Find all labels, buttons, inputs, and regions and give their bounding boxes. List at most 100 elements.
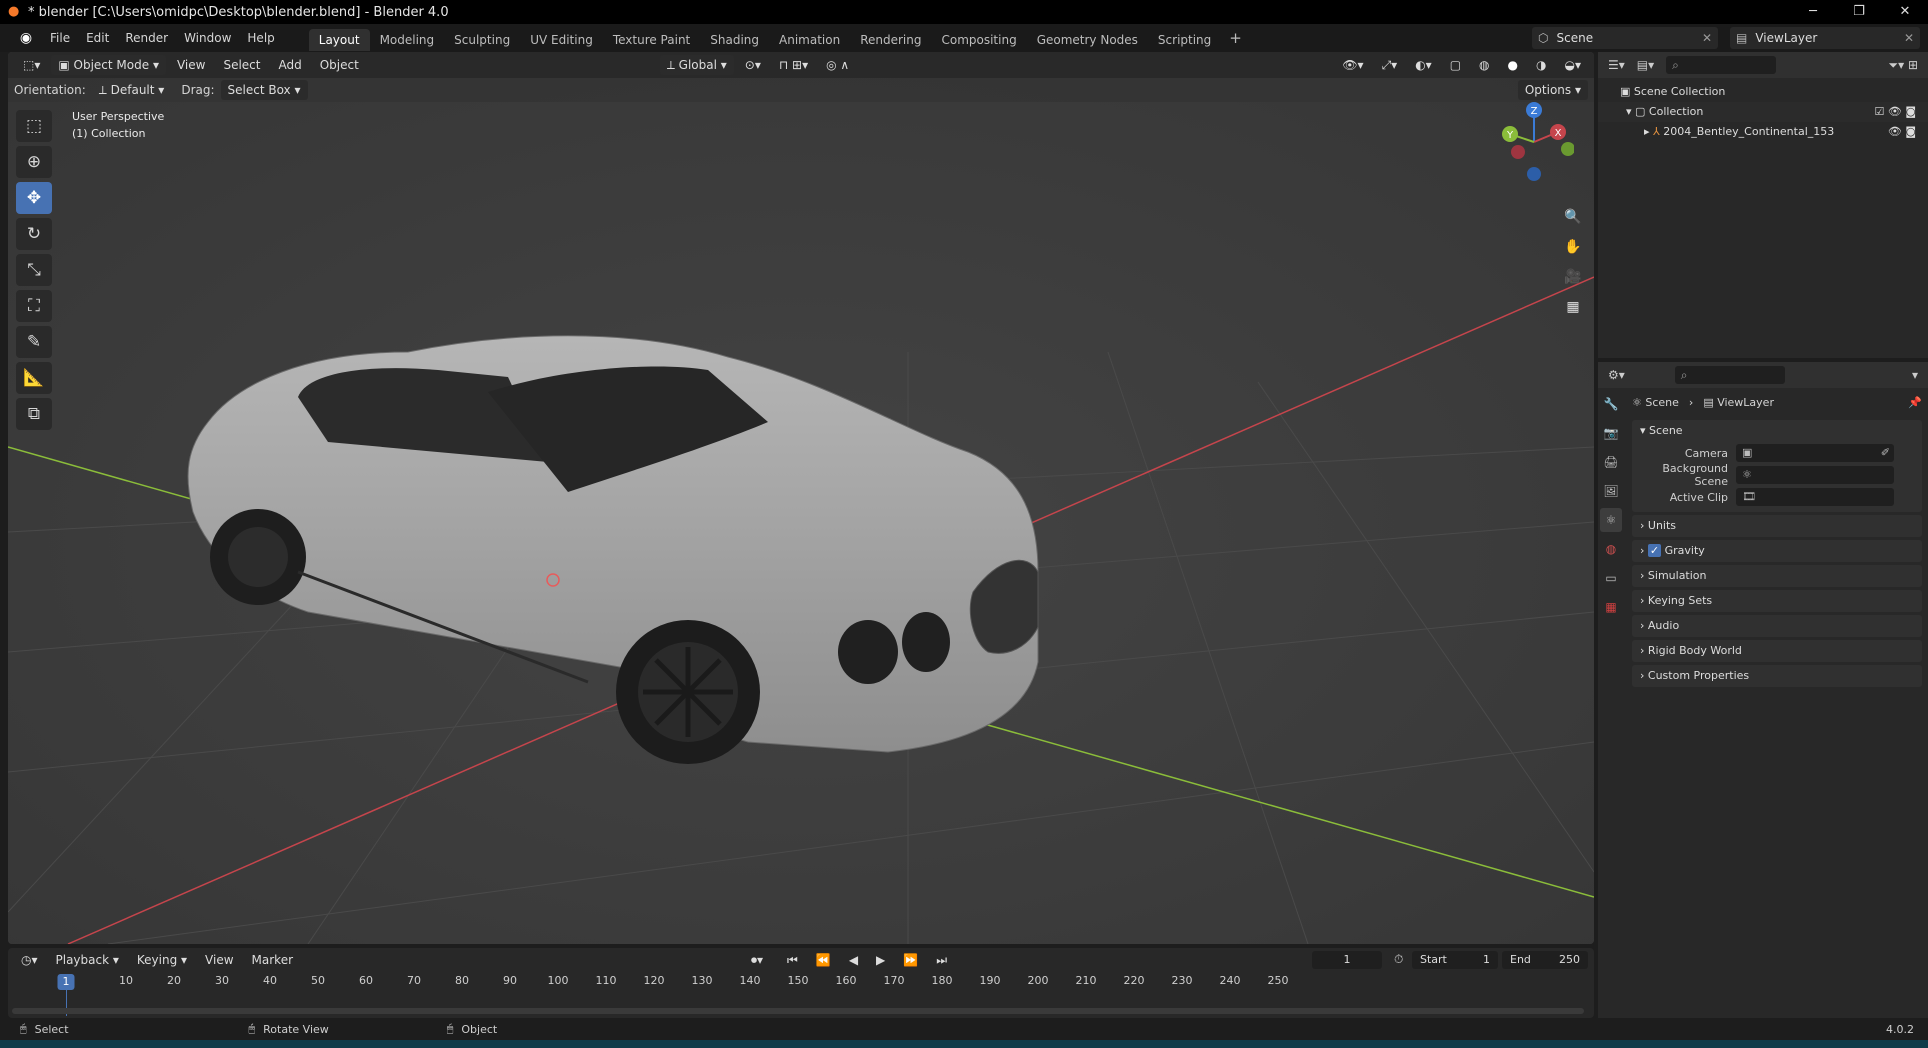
menu-select[interactable]: Select — [216, 55, 267, 75]
add-cube-tool-icon[interactable]: ⧉ — [16, 398, 52, 430]
play-reverse-icon[interactable]: ◀ — [842, 950, 865, 970]
properties-editor-icon[interactable]: ⚙▾ — [1608, 368, 1625, 382]
active-clip-field[interactable]: 🎞 — [1736, 488, 1894, 506]
tab-shading[interactable]: Shading — [700, 29, 769, 51]
end-frame-field[interactable]: End 250 — [1502, 951, 1588, 969]
gravity-checkbox[interactable]: ✓ — [1647, 544, 1662, 557]
camera-icon[interactable]: ◙ — [1905, 105, 1916, 118]
snap-icon[interactable]: ⊓ ⊞▾ — [772, 55, 815, 75]
world-tab-icon[interactable]: ◍ — [1600, 537, 1622, 561]
scale-tool-icon[interactable]: ⤡ — [16, 254, 52, 286]
menu-file[interactable]: File — [42, 24, 78, 52]
menu-window[interactable]: Window — [176, 24, 239, 52]
viewlayer-selector[interactable]: ▤ ViewLayer ✕ — [1730, 27, 1920, 49]
gizmo-neg-y[interactable] — [1561, 142, 1574, 156]
camera-icon[interactable]: ◙ — [1905, 125, 1916, 138]
timeline-ruler[interactable]: 1 10 20 30 40 50 60 70 80 90 100 110 120 130 140 150 16… — [8, 974, 1594, 992]
simulation-panel[interactable]: › Simulation — [1632, 565, 1922, 587]
shading-rendered-icon[interactable]: ◒▾ — [1558, 55, 1589, 75]
chevron-down-icon[interactable]: ▾ — [1912, 368, 1918, 382]
close-button[interactable]: ✕ — [1882, 0, 1928, 24]
gizmo-toggle-icon[interactable]: ⤢▾ — [1375, 55, 1405, 75]
restore-button[interactable]: ❐ — [1836, 0, 1882, 24]
tab-uv-editing[interactable]: UV Editing — [520, 29, 603, 51]
tab-scripting[interactable]: Scripting — [1148, 29, 1221, 51]
xray-icon[interactable]: ▢ — [1443, 55, 1468, 75]
audio-panel[interactable]: › Audio — [1632, 615, 1922, 637]
view-layer-tab-icon[interactable]: 🖼 — [1600, 479, 1622, 503]
outliner-scene-collection[interactable]: ▣ Scene Collection — [1598, 82, 1928, 102]
tab-geometry-nodes[interactable]: Geometry Nodes — [1027, 29, 1148, 51]
pivot-icon[interactable]: ⊙▾ — [738, 55, 768, 75]
render-tab-icon[interactable]: 📷 — [1600, 421, 1622, 445]
navigation-gizmo[interactable]: Z X Y — [1494, 92, 1574, 182]
tab-texture-paint[interactable]: Texture Paint — [603, 29, 700, 51]
tab-rendering[interactable]: Rendering — [850, 29, 931, 51]
chevron-right-icon[interactable]: ▸ — [1644, 125, 1653, 138]
camera-view-icon[interactable]: 🎥 — [1560, 264, 1586, 290]
current-frame-field[interactable]: 1 — [1312, 951, 1382, 969]
jump-keyframe-forward-icon[interactable]: ⏩ — [896, 950, 925, 970]
display-mode-icon[interactable]: ▤▾ — [1637, 58, 1654, 72]
add-workspace-button[interactable]: + — [1221, 24, 1250, 52]
transform-tool-icon[interactable]: ⛶ — [16, 290, 52, 322]
texture-tab-icon[interactable]: ▦ — [1600, 595, 1622, 619]
scene-tab-icon[interactable]: ⚛ — [1600, 508, 1622, 532]
menu-render[interactable]: Render — [117, 24, 176, 52]
editor-type-icon[interactable]: ⬚▾ — [16, 55, 47, 75]
tab-modeling[interactable]: Modeling — [370, 29, 445, 51]
eye-icon[interactable]: 👁 — [1888, 125, 1902, 138]
outliner-object[interactable]: ▸ ⅄ 2004_Bentley_Continental_153 👁 ◙ — [1598, 122, 1928, 142]
annotate-tool-icon[interactable]: ✎ — [16, 326, 52, 358]
camera-field[interactable]: ▣ ✐ — [1736, 444, 1894, 462]
menu-edit[interactable]: Edit — [78, 24, 117, 52]
transform-orientation-selector[interactable]: ⟂ Global ▾ — [659, 55, 734, 75]
jump-start-icon[interactable]: ⏮ — [780, 950, 805, 970]
eyedropper-icon[interactable]: ✐ — [1881, 444, 1890, 462]
close-icon[interactable]: ✕ — [1904, 31, 1914, 45]
output-tab-icon[interactable]: 🖨 — [1600, 450, 1622, 474]
gravity-panel[interactable]: › ✓ Gravity — [1632, 540, 1922, 562]
orientation-dropdown[interactable]: ⟂ Default ▾ — [92, 80, 172, 100]
eye-icon[interactable]: 👁 — [1888, 105, 1902, 118]
move-tool-icon[interactable]: ✥ — [16, 182, 52, 214]
properties-search-input[interactable]: ⌕ — [1674, 366, 1785, 384]
stopwatch-icon[interactable]: ⏱ — [1394, 952, 1403, 967]
menu-keying[interactable]: Keying ▾ — [130, 950, 194, 970]
custom-properties-panel[interactable]: › Custom Properties — [1632, 665, 1922, 687]
record-icon[interactable]: ⏺▾ — [744, 950, 770, 970]
outliner-search-input[interactable]: ⌕ — [1666, 56, 1777, 74]
shading-solid-icon[interactable]: ● — [1501, 55, 1525, 75]
overlays-icon[interactable]: ◐▾ — [1408, 55, 1439, 75]
minimize-button[interactable]: ─ — [1790, 0, 1836, 24]
select-box-tool-icon[interactable]: ⬚ — [16, 110, 52, 142]
checkbox-icon[interactable]: ☑ — [1874, 105, 1884, 118]
shading-wireframe-icon[interactable]: ◍ — [1472, 55, 1496, 75]
start-frame-field[interactable]: Start 1 — [1412, 951, 1498, 969]
tool-tab-icon[interactable]: 🔧 — [1600, 392, 1622, 416]
proportional-edit-icon[interactable]: ◎ ∧ — [819, 55, 856, 75]
close-icon[interactable]: ✕ — [1702, 31, 1712, 45]
background-scene-field[interactable]: ⚛ — [1736, 466, 1894, 484]
timeline-scrollbar[interactable] — [12, 1008, 1584, 1014]
mode-selector[interactable]: ▣ Object Mode ▾ — [51, 55, 166, 75]
jump-keyframe-back-icon[interactable]: ⏪ — [809, 950, 838, 970]
collection-tab-icon[interactable]: ▭ — [1600, 566, 1622, 590]
tab-animation[interactable]: Animation — [769, 29, 850, 51]
scene-selector[interactable]: ⬡ Scene ✕ — [1532, 27, 1718, 49]
visibility-icon[interactable]: 👁▾ — [1335, 55, 1370, 75]
menu-add[interactable]: Add — [271, 55, 308, 75]
shading-material-icon[interactable]: ◑ — [1529, 55, 1553, 75]
outliner-editor-icon[interactable]: ☰▾ — [1608, 58, 1625, 72]
filter-icon[interactable]: ⏷▾ ⊞ — [1889, 58, 1919, 73]
drag-dropdown[interactable]: Select Box ▾ — [220, 80, 308, 100]
rigid-body-world-panel[interactable]: › Rigid Body World — [1632, 640, 1922, 662]
blender-logo-icon[interactable]: ◉ — [18, 30, 34, 46]
rotate-tool-icon[interactable]: ↻ — [16, 218, 52, 250]
cursor-tool-icon[interactable]: ⊕ — [16, 146, 52, 178]
zoom-icon[interactable]: 🔍 — [1560, 204, 1586, 230]
current-frame-marker[interactable]: 1 — [57, 974, 75, 990]
perspective-grid-icon[interactable]: ▦ — [1560, 294, 1586, 320]
menu-timeline-view[interactable]: View — [198, 950, 240, 970]
pin-icon[interactable]: 📌 — [1908, 396, 1922, 409]
